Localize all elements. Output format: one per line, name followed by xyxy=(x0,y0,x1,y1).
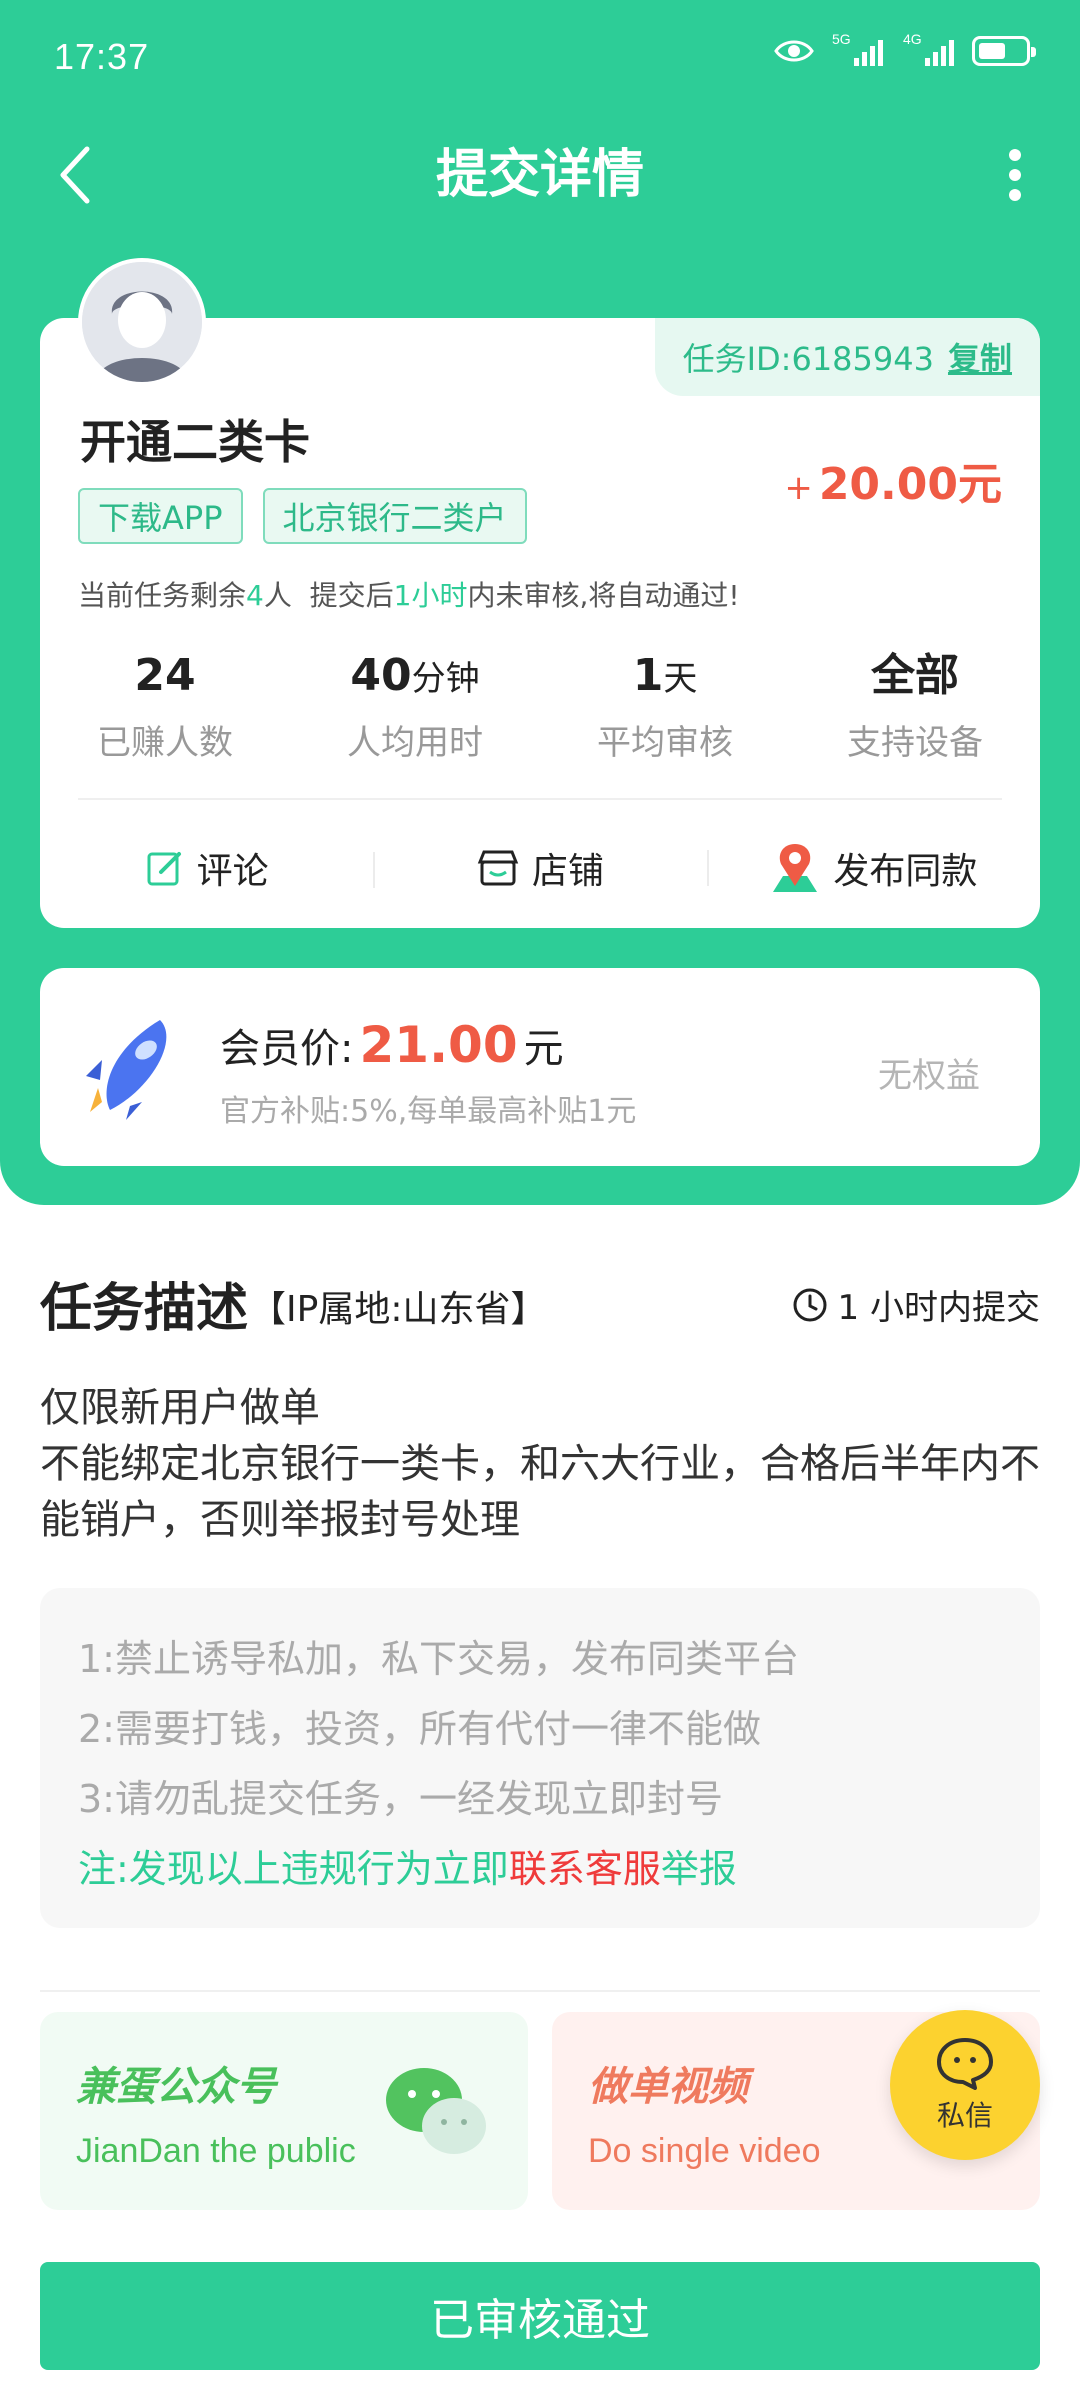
avatar xyxy=(78,258,206,386)
promo-title: 做单视频 xyxy=(588,2064,748,2110)
promo-official-account[interactable]: 兼蛋公众号 JianDan the public xyxy=(40,2012,528,2210)
task-price: +20.00元 xyxy=(784,448,1002,512)
status-bar: 17:37 5G 4G xyxy=(0,0,1080,120)
tag-bank-account: 北京银行二类户 xyxy=(262,488,527,544)
divider xyxy=(78,798,1002,800)
promo-subtitle: JianDan the public xyxy=(76,2132,356,2170)
task-notice: 当前任务剩余4人 提交后1小时内未审核,将自动通过! xyxy=(78,579,740,612)
vip-subsidy: 官方补贴:5%,每单最高补贴1元 xyxy=(220,1094,637,1129)
task-id: 任务ID:6185943 xyxy=(682,340,934,378)
deadline: 1 小时内提交 xyxy=(792,1280,1040,1329)
stat-avg-review: 1天 平均审核 xyxy=(597,650,733,763)
user-avatar-icon xyxy=(82,262,202,382)
task-id-chip: 任务ID:6185943 复制 xyxy=(654,318,1040,396)
price-prefix: + xyxy=(784,468,813,508)
promo-title: 兼蛋公众号 xyxy=(76,2064,276,2110)
signal-4g-icon: 4G xyxy=(903,32,954,66)
location-pin-icon xyxy=(773,844,818,892)
contact-service-link[interactable]: 联系客服 xyxy=(509,1847,661,1891)
clock-icon xyxy=(793,1288,827,1321)
wechat-icon xyxy=(386,2068,486,2154)
vip-benefit: 无权益 xyxy=(878,1056,980,1096)
divider xyxy=(40,1990,1040,1992)
tag-download-app: 下载APP xyxy=(78,488,243,544)
description-header: 任务描述 【IP属地:山东省】 1 小时内提交 xyxy=(40,1266,1040,1345)
stat-avg-time: 40分钟 人均用时 xyxy=(347,650,483,763)
description-body: 仅限新用户做单 不能绑定北京银行一类卡，和六大行业，合格后半年内不能销户，否则举… xyxy=(40,1380,1050,1548)
task-stats: 24 已赚人数 40分钟 人均用时 1天 平均审核 全部 支持设备 xyxy=(40,648,1040,764)
vip-price-line: 会员价: 21.00 元 xyxy=(220,1016,564,1074)
description-line: 不能绑定北京银行一类卡，和六大行业，合格后半年内不能销户，否则举报封号处理 xyxy=(40,1441,1040,1543)
private-message-button[interactable]: 私信 xyxy=(890,2010,1040,2160)
more-button[interactable] xyxy=(980,140,1050,210)
signal-5g-icon: 5G xyxy=(832,32,883,66)
rule-note: 注:发现以上违规行为立即联系客服举报 xyxy=(78,1847,737,1891)
stat-earned-count: 24 已赚人数 xyxy=(97,650,233,763)
chat-bubble-icon xyxy=(937,2038,993,2090)
task-title: 开通二类卡 xyxy=(80,415,310,469)
nav-bar: 提交详情 xyxy=(0,120,1080,230)
rocket-icon xyxy=(86,1020,167,1120)
price-value: 20.00元 xyxy=(818,459,1002,510)
description-title: 任务描述 xyxy=(40,1266,249,1345)
vip-card[interactable]: 会员价: 21.00 元 官方补贴:5%,每单最高补贴1元 无权益 xyxy=(40,968,1040,1166)
store-icon xyxy=(477,850,519,886)
battery-icon xyxy=(972,36,1036,66)
task-tags: 下载APP 北京银行二类户 xyxy=(78,488,527,544)
more-vertical-icon xyxy=(1009,149,1021,201)
task-actions: 评论 店铺 发布同款 xyxy=(40,818,1040,918)
eye-icon xyxy=(774,40,814,62)
promo-subtitle: Do single video xyxy=(588,2132,821,2170)
edit-icon xyxy=(147,852,181,886)
task-card: 任务ID:6185943 复制 开通二类卡 +20.00元 下载APP 北京银行… xyxy=(40,318,1040,928)
status-button[interactable]: 已审核通过 xyxy=(40,2262,1040,2370)
page-title: 提交详情 xyxy=(435,145,644,205)
rules-box: 1:禁止诱导私加，私下交易，发布同类平台 2:需要打钱，投资，所有代付一律不能做… xyxy=(40,1588,1040,1928)
description-line: 仅限新用户做单 xyxy=(40,1385,320,1431)
rule-item: 2:需要打钱，投资，所有代付一律不能做 xyxy=(78,1707,761,1751)
store-button[interactable]: 店铺 xyxy=(373,842,706,894)
rule-item: 3:请勿乱提交任务，一经发现立即封号 xyxy=(78,1777,723,1821)
copy-button[interactable]: 复制 xyxy=(948,334,1012,380)
stat-devices: 全部 支持设备 xyxy=(847,650,983,763)
comment-button[interactable]: 评论 xyxy=(40,842,373,894)
ip-location: 【IP属地:山东省】 xyxy=(250,1289,547,1330)
rule-item: 1:禁止诱导私加，私下交易，发布同类平台 xyxy=(78,1637,799,1681)
status-time: 17:37 xyxy=(54,36,150,77)
publish-similar-button[interactable]: 发布同款 xyxy=(706,840,1040,896)
status-icons: 5G 4G xyxy=(774,32,1036,66)
